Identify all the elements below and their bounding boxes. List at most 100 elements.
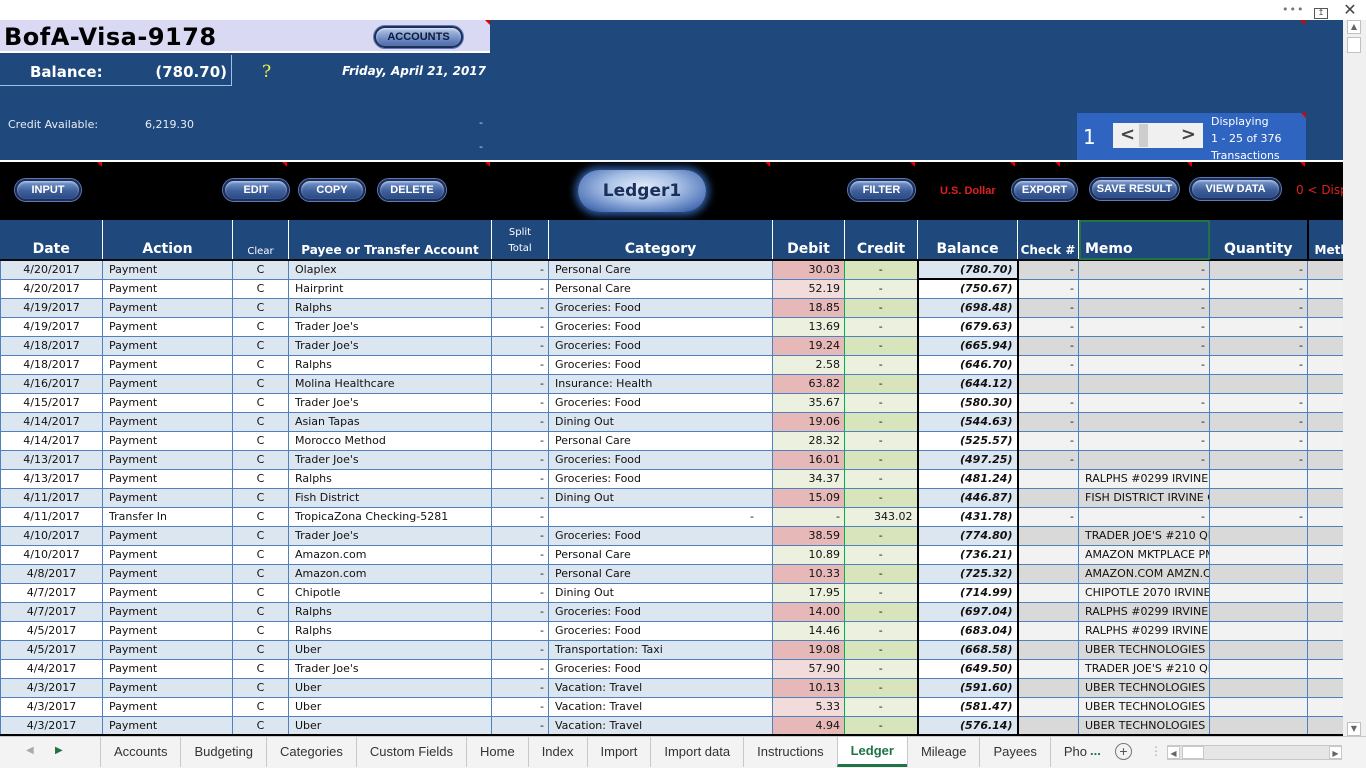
cell-check-number[interactable]: - [1017,335,1079,356]
cell-payee[interactable]: Trader Joe's [288,525,492,546]
cell-date[interactable]: 4/8/2017 [0,563,103,584]
cell-credit[interactable]: - [844,278,919,299]
cell-memo[interactable]: TRADER JOE'S #210 QPS [1078,525,1210,546]
cell-memo[interactable]: - [1078,259,1210,280]
accounts-button[interactable]: ACCOUNTS [374,26,463,48]
cell-split-total[interactable]: - [491,278,549,299]
cell-debit[interactable]: 16.01 [772,449,845,470]
close-window-button[interactable]: ✕ [1340,1,1360,19]
tab-scroll-left-icon[interactable]: ◀ [26,745,34,756]
cell-clear[interactable]: C [232,430,289,451]
page-scroll-thumb[interactable] [1139,124,1148,147]
cell-action[interactable]: Payment [102,525,233,546]
table-row[interactable]: 4/7/2017 Payment C Chipotle - Dining Out 17.95… [0,582,1343,603]
cell-method[interactable] [1307,677,1343,698]
cell-check-number[interactable] [1017,696,1079,717]
help-icon[interactable]: ? [262,62,271,82]
table-row[interactable]: 4/14/2017 Payment C Asian Tapas - Dining Out 1… [0,411,1343,432]
cell-method[interactable] [1307,487,1343,508]
cell-split-total[interactable]: - [491,525,549,546]
cell-quantity[interactable]: - [1209,430,1308,451]
cell-debit[interactable]: 28.32 [772,430,845,451]
cell-split-total[interactable]: - [491,620,549,641]
cell-memo[interactable]: AMAZON.COM AMZN.C [1078,563,1210,584]
cell-quantity[interactable] [1209,487,1308,508]
cell-payee[interactable]: Ralphs [288,297,492,318]
cell-action[interactable]: Payment [102,582,233,603]
cell-debit[interactable]: 52.19 [772,278,845,299]
cell-split-total[interactable]: - [491,544,549,565]
cell-credit[interactable]: - [844,696,919,717]
cell-balance[interactable]: (679.63) [917,316,1019,337]
cell-quantity[interactable] [1209,696,1308,717]
sheet-tab-pho[interactable]: Pho [1049,737,1094,767]
cell-balance[interactable]: (581.47) [917,696,1019,717]
edit-button[interactable]: EDIT [223,179,289,201]
cell-method[interactable] [1307,392,1343,413]
cell-clear[interactable]: C [232,278,289,299]
cell-method[interactable] [1307,639,1343,660]
cell-action[interactable]: Payment [102,658,233,679]
cell-category[interactable]: Groceries: Food [548,335,773,356]
table-row[interactable]: 4/20/2017 Payment C Olaplex - Personal Care 30… [0,259,1343,280]
cell-balance[interactable]: (646.70) [917,354,1019,375]
cell-debit[interactable]: 10.33 [772,563,845,584]
cell-check-number[interactable]: - [1017,411,1079,432]
cell-check-number[interactable] [1017,582,1079,603]
cell-date[interactable]: 4/18/2017 [0,335,103,356]
scroll-right-icon[interactable]: ▶ [1329,746,1342,759]
cell-debit[interactable]: 15.09 [772,487,845,508]
tab-scroll-right-icon[interactable]: ▶ [55,745,63,756]
chevron-left-icon[interactable]: < [1120,125,1135,145]
horizontal-scroll-thumb[interactable] [1182,746,1204,759]
cell-debit[interactable]: 18.85 [772,297,845,318]
cell-memo[interactable]: TRADER JOE'S #210 QPS [1078,658,1210,679]
cell-category[interactable]: Groceries: Food [548,620,773,641]
cell-split-total[interactable]: - [491,715,549,736]
sheet-tab-import-data[interactable]: Import data [650,737,743,767]
cell-split-total[interactable]: - [491,658,549,679]
cell-quantity[interactable] [1209,373,1308,394]
cell-memo[interactable]: - [1078,392,1210,413]
cell-quantity[interactable] [1209,658,1308,679]
cell-check-number[interactable] [1017,658,1079,679]
cell-category[interactable]: Dining Out [548,582,773,603]
cell-date[interactable]: 4/7/2017 [0,582,103,603]
cell-debit[interactable]: 4.94 [772,715,845,736]
cell-date[interactable]: 4/11/2017 [0,487,103,508]
table-row[interactable]: 4/7/2017 Payment C Ralphs - Groceries: Food 14… [0,601,1343,622]
cell-check-number[interactable] [1017,639,1079,660]
cell-memo[interactable]: - [1078,411,1210,432]
cell-split-total[interactable]: - [491,335,549,356]
table-row[interactable]: 4/20/2017 Payment C Hairprint - Personal Care… [0,278,1343,299]
cell-credit[interactable]: - [844,658,919,679]
cell-clear[interactable]: C [232,373,289,394]
cell-credit[interactable]: - [844,354,919,375]
cell-action[interactable]: Payment [102,335,233,356]
cell-category[interactable]: Groceries: Food [548,297,773,318]
cell-split-total[interactable]: - [491,373,549,394]
page-scrollbar[interactable]: < > [1113,123,1203,148]
cell-debit[interactable]: 57.90 [772,658,845,679]
cell-check-number[interactable] [1017,601,1079,622]
cell-memo[interactable]: - [1078,354,1210,375]
cell-check-number[interactable]: - [1017,297,1079,318]
sheet-tab-import[interactable]: Import [586,737,651,767]
sheet-tab-ledger[interactable]: Ledger [836,737,907,767]
cell-date[interactable]: 4/3/2017 [0,715,103,736]
table-row[interactable]: 4/10/2017 Payment C Trader Joe's - Groceries:… [0,525,1343,546]
column-header-debit[interactable]: Debit [772,220,845,261]
cell-check-number[interactable]: - [1017,449,1079,470]
cell-quantity[interactable] [1209,563,1308,584]
cell-memo[interactable]: FISH DISTRICT IRVINE CA [1078,487,1210,508]
cell-credit[interactable]: - [844,411,919,432]
cell-clear[interactable]: C [232,449,289,470]
cell-clear[interactable]: C [232,544,289,565]
cell-check-number[interactable]: - [1017,430,1079,451]
view-data-button[interactable]: VIEW DATA [1190,178,1281,200]
cell-action[interactable]: Payment [102,411,233,432]
sheet-tab-instructions[interactable]: Instructions [743,737,836,767]
cell-balance[interactable]: (698.48) [917,297,1019,318]
cell-quantity[interactable] [1209,544,1308,565]
cell-payee[interactable]: Olaplex [288,259,492,280]
